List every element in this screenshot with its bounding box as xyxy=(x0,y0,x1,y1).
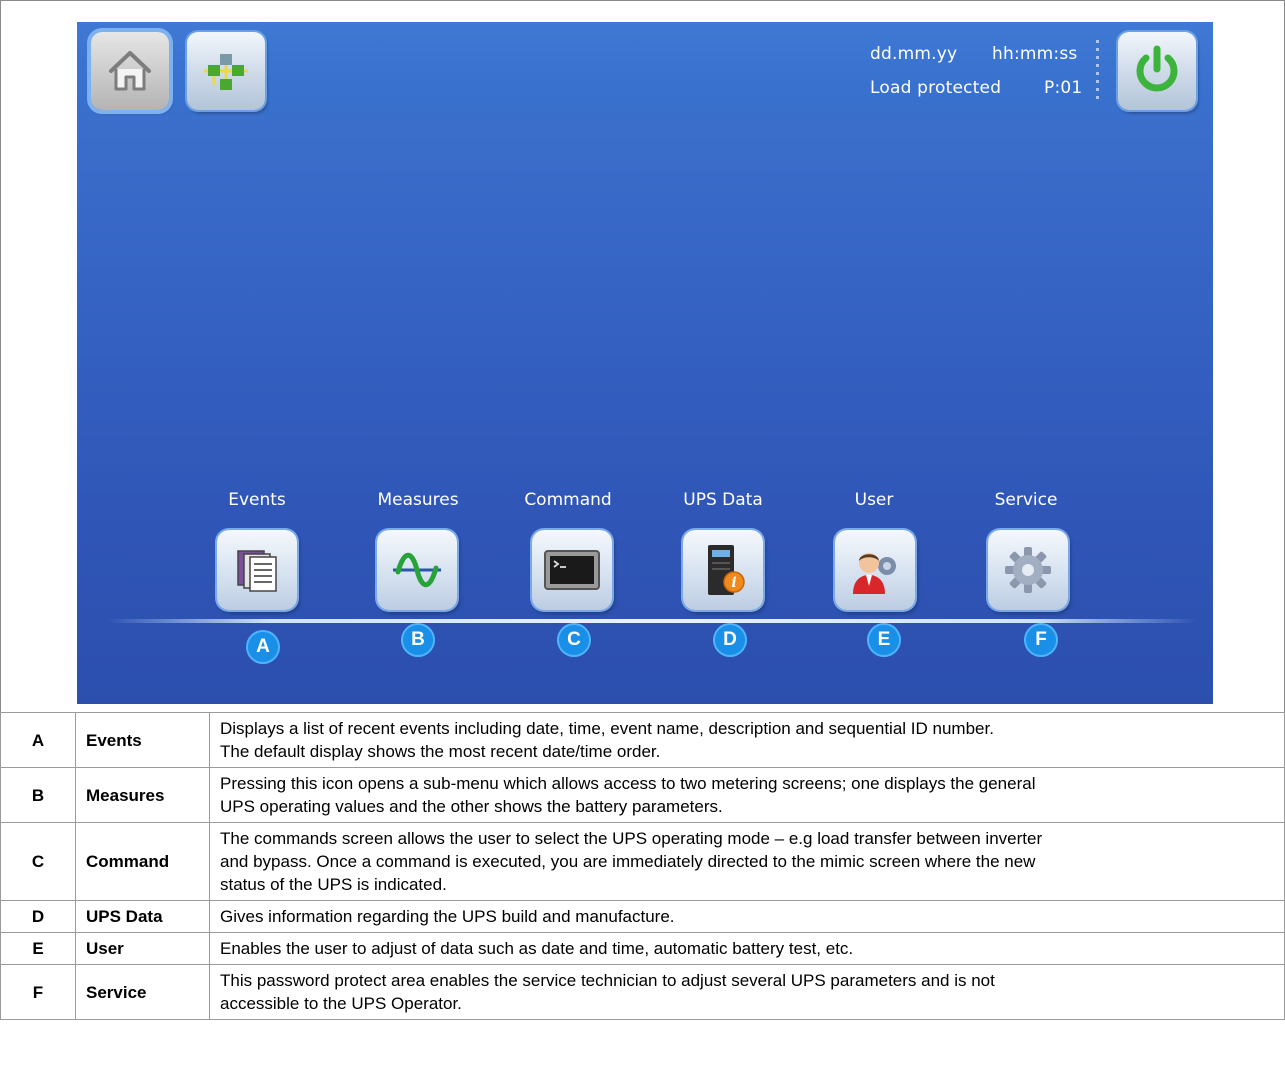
menu-label-command: Command xyxy=(524,490,612,510)
ups-display-screen: dd.mm.yy hh:mm:ss Load protected P:01 Ev… xyxy=(77,22,1213,704)
user-icon xyxy=(853,553,896,594)
legend-description-line: Gives information regarding the UPS buil… xyxy=(220,907,675,926)
legend-name: UPS Data xyxy=(75,900,210,933)
network-diagram-icon xyxy=(204,54,248,90)
legend-name: Command xyxy=(75,822,210,901)
status-page: P:01 xyxy=(1044,78,1083,98)
legend-key: A xyxy=(0,712,76,768)
legend-row: C Command The commands screen allows the… xyxy=(0,822,1285,901)
legend-table: A Events Displays a list of recent event… xyxy=(0,712,1285,1020)
menu-divider-glow xyxy=(107,619,1197,623)
menu-label-measures: Measures xyxy=(377,490,459,510)
status-time: hh:mm:ss xyxy=(992,44,1078,64)
legend-row: D UPS Data Gives information regarding t… xyxy=(0,900,1285,933)
user-button[interactable] xyxy=(835,530,915,610)
legend-description: The commands screen allows the user to s… xyxy=(209,822,1285,901)
callout-badge-d: D xyxy=(713,623,747,657)
status-load: Load protected xyxy=(870,78,1002,98)
legend-description-line: This password protect area enables the s… xyxy=(220,971,995,990)
status-date: dd.mm.yy xyxy=(870,44,958,64)
events-button[interactable] xyxy=(217,530,297,610)
legend-description-line: status of the UPS is indicated. xyxy=(220,875,447,894)
legend-name: Measures xyxy=(75,767,210,823)
legend-row: A Events Displays a list of recent event… xyxy=(0,712,1285,768)
legend-name: Events xyxy=(75,712,210,768)
legend-name: User xyxy=(75,932,210,965)
menu-label-user: User xyxy=(854,490,894,510)
legend-description: Displays a list of recent events includi… xyxy=(209,712,1285,768)
legend-key: C xyxy=(0,822,76,901)
menu-label-service: Service xyxy=(994,490,1058,510)
legend-description-line: accessible to the UPS Operator. xyxy=(220,994,462,1013)
legend-description: This password protect area enables the s… xyxy=(209,964,1285,1020)
legend-description-line: Pressing this icon opens a sub-menu whic… xyxy=(220,774,1036,793)
measures-icon xyxy=(393,552,441,588)
home-icon xyxy=(109,51,151,91)
callout-badge-a: A xyxy=(246,630,280,664)
menu-label-events: Events xyxy=(228,490,286,510)
legend-description-line: and bypass. Once a command is executed, … xyxy=(220,852,1036,871)
legend-description-line: The default display shows the most recen… xyxy=(220,742,661,761)
power-button[interactable] xyxy=(1118,32,1196,110)
measures-button[interactable] xyxy=(377,530,457,610)
legend-name: Service xyxy=(75,964,210,1020)
mimic-diagram-button[interactable] xyxy=(187,32,265,110)
legend-description-line: The commands screen allows the user to s… xyxy=(220,829,1043,848)
menu-label-ups-data: UPS Data xyxy=(683,490,763,510)
legend-description: Enables the user to adjust of data such … xyxy=(209,932,1285,965)
command-icon xyxy=(544,550,600,590)
callout-badge-c: C xyxy=(557,623,591,657)
legend-row: F Service This password protect area ena… xyxy=(0,964,1285,1020)
legend-row: E User Enables the user to adjust of dat… xyxy=(0,932,1285,965)
legend-key: E xyxy=(0,932,76,965)
home-button[interactable] xyxy=(91,32,169,110)
legend-description: Gives information regarding the UPS buil… xyxy=(209,900,1285,933)
legend-description-line: Enables the user to adjust of data such … xyxy=(220,939,854,958)
ups-data-button[interactable]: i xyxy=(683,530,763,610)
events-icon xyxy=(237,550,277,592)
legend-key: F xyxy=(0,964,76,1020)
legend-description-line: UPS operating values and the other shows… xyxy=(220,797,723,816)
legend-key: D xyxy=(0,900,76,933)
callout-badge-b: B xyxy=(401,623,435,657)
gear-icon xyxy=(1005,547,1051,593)
top-bar: dd.mm.yy hh:mm:ss Load protected P:01 xyxy=(77,22,1213,120)
legend-description: Pressing this icon opens a sub-menu whic… xyxy=(209,767,1285,823)
ups-data-icon: i xyxy=(708,545,745,595)
callout-badge-f: F xyxy=(1024,623,1058,657)
service-button[interactable] xyxy=(988,530,1068,610)
callout-badge-e: E xyxy=(867,623,901,657)
status-separator xyxy=(1096,40,1099,102)
svg-text:i: i xyxy=(731,575,736,591)
legend-description-line: Displays a list of recent events includi… xyxy=(220,719,994,738)
power-icon xyxy=(1136,45,1178,92)
command-button[interactable] xyxy=(532,530,612,610)
legend-key: B xyxy=(0,767,76,823)
legend-row: B Measures Pressing this icon opens a su… xyxy=(0,767,1285,823)
